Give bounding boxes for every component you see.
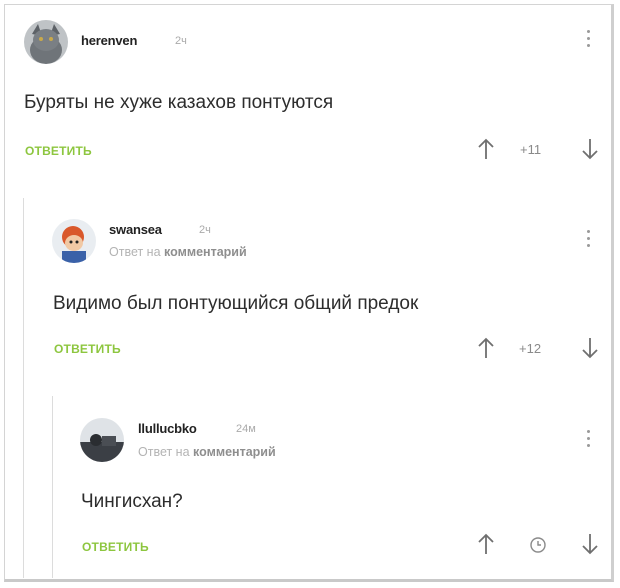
comment-time: 24м — [236, 423, 256, 435]
username[interactable]: llullucbko — [138, 421, 197, 436]
more-menu-icon[interactable] — [584, 430, 592, 452]
comment-3: llullucbko 24м Ответ на комментарий Чинг… — [0, 0, 620, 588]
reply-to-comment-link[interactable]: комментарий — [193, 445, 276, 459]
comment-text: Чингисхан? — [81, 491, 183, 512]
reply-button[interactable]: ОТВЕТИТЬ — [82, 540, 149, 554]
reply-to-link[interactable]: Ответ на комментарий — [138, 445, 276, 459]
downvote-arrow-icon[interactable] — [579, 532, 601, 556]
clock-icon — [529, 536, 547, 554]
dark-photo-avatar[interactable] — [80, 418, 124, 462]
upvote-arrow-icon[interactable] — [475, 532, 497, 556]
reply-to-prefix: Ответ на — [138, 445, 190, 459]
